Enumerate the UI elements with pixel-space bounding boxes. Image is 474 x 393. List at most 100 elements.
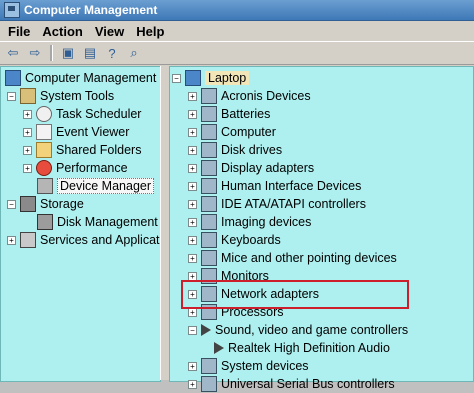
tree-item-system-tools[interactable]: − System Tools	[7, 87, 114, 105]
expand-icon[interactable]: +	[188, 181, 197, 191]
toolbox-icon	[20, 88, 36, 104]
mouse-icon	[201, 250, 217, 266]
tree-item-sound[interactable]: − Sound, video and game controllers	[188, 321, 408, 339]
tree-label-usb: Universal Serial Bus controllers	[221, 377, 395, 391]
tree-item-performance[interactable]: + Performance	[23, 159, 128, 177]
back-icon[interactable]: ⇦	[4, 44, 22, 62]
tree-label-disk-drives: Disk drives	[221, 143, 283, 157]
menu-action[interactable]: Action	[42, 24, 82, 39]
tree-item-mice[interactable]: + Mice and other pointing devices	[188, 249, 397, 267]
right-tree-pane[interactable]: − Laptop + Acronis Devices + Batteries +…	[169, 66, 474, 392]
tree-item-ide[interactable]: + IDE ATA/ATAPI controllers	[188, 195, 366, 213]
tree-label-device-manager: Device Manager	[57, 178, 155, 194]
keyboard-icon	[201, 232, 217, 248]
device-manager-icon	[37, 178, 53, 194]
tree-item-disk-management[interactable]: Disk Management	[37, 213, 158, 231]
tree-item-batteries[interactable]: + Batteries	[188, 105, 270, 123]
menu-help[interactable]: Help	[136, 24, 164, 39]
app-icon	[4, 2, 20, 18]
expand-icon[interactable]: +	[188, 235, 197, 245]
services-icon	[20, 232, 36, 248]
tree-item-usb[interactable]: + Universal Serial Bus controllers	[188, 375, 395, 393]
collapse-icon[interactable]: −	[7, 91, 16, 101]
expand-icon[interactable]: +	[188, 199, 197, 209]
expand-icon[interactable]: +	[23, 163, 32, 173]
expand-icon[interactable]: +	[188, 253, 197, 263]
left-tree-pane[interactable]: Computer Management ( − System Tools + T…	[0, 66, 164, 382]
tree-label-keyboards: Keyboards	[221, 233, 281, 247]
tree-label-mice: Mice and other pointing devices	[221, 251, 397, 265]
tree-item-keyboards[interactable]: + Keyboards	[188, 231, 281, 249]
tree-item-storage[interactable]: − Storage	[7, 195, 84, 213]
tree-item-laptop[interactable]: − Laptop	[172, 69, 250, 87]
expand-icon[interactable]: +	[188, 127, 197, 137]
highlight-box	[181, 280, 409, 309]
expand-icon[interactable]: +	[188, 217, 197, 227]
speaker-icon	[214, 342, 224, 354]
computer-category-icon	[201, 124, 217, 140]
tree-label-storage: Storage	[40, 197, 84, 211]
expand-icon[interactable]: +	[188, 163, 197, 173]
hid-icon	[201, 178, 217, 194]
tree-item-acronis-devices[interactable]: + Acronis Devices	[188, 87, 311, 105]
toolbar-separator	[50, 45, 53, 61]
device-category-icon	[201, 88, 217, 104]
tree-label-event-viewer: Event Viewer	[56, 125, 130, 139]
tree-item-disk-drives[interactable]: + Disk drives	[188, 141, 282, 159]
battery-icon	[201, 106, 217, 122]
ide-controller-icon	[201, 196, 217, 212]
tree-item-hid[interactable]: + Human Interface Devices	[188, 177, 361, 195]
menu-view[interactable]: View	[95, 24, 124, 39]
tree-item-computer-management[interactable]: Computer Management (	[5, 69, 164, 87]
help-icon[interactable]: ?	[103, 44, 121, 62]
window-title: Computer Management	[24, 3, 158, 17]
event-viewer-icon	[36, 124, 52, 140]
menu-file[interactable]: File	[8, 24, 30, 39]
tree-item-display-adapters[interactable]: + Display adapters	[188, 159, 314, 177]
tree-item-imaging-devices[interactable]: + Imaging devices	[188, 213, 311, 231]
clock-icon	[36, 106, 52, 122]
forward-icon[interactable]: ⇨	[26, 44, 44, 62]
collapse-icon[interactable]: −	[172, 73, 181, 83]
speaker-icon	[201, 324, 211, 336]
expand-icon[interactable]: +	[23, 109, 32, 119]
shared-folder-icon	[36, 142, 52, 158]
performance-icon	[36, 160, 52, 176]
computer-management-window: Computer Management File Action View Hel…	[0, 0, 474, 392]
expand-icon[interactable]: +	[188, 379, 197, 389]
expand-icon[interactable]: +	[188, 109, 197, 119]
expand-icon[interactable]: +	[23, 145, 32, 155]
tree-item-task-scheduler[interactable]: + Task Scheduler	[23, 105, 141, 123]
tree-label-computer: Computer	[221, 125, 276, 139]
disk-management-icon	[37, 214, 53, 230]
usb-icon	[201, 376, 217, 392]
expand-icon[interactable]: +	[188, 361, 197, 371]
toolbar: ⇦ ⇨ ▣ ▤ ? ⌕	[0, 41, 474, 65]
tree-item-device-manager[interactable]: Device Manager	[37, 177, 155, 195]
expand-icon[interactable]: +	[188, 91, 197, 101]
expand-icon[interactable]: +	[23, 127, 32, 137]
collapse-icon[interactable]: −	[7, 199, 16, 209]
tree-label-realtek: Realtek High Definition Audio	[228, 341, 390, 355]
tree-item-event-viewer[interactable]: + Event Viewer	[23, 123, 129, 141]
tree-label-root: Computer Management (	[25, 71, 164, 85]
properties-icon[interactable]: ▤	[81, 44, 99, 62]
tree-item-shared-folders[interactable]: + Shared Folders	[23, 141, 141, 159]
collapse-icon[interactable]: −	[188, 325, 197, 335]
storage-icon	[20, 196, 36, 212]
tree-item-computer[interactable]: + Computer	[188, 123, 276, 141]
camera-icon	[201, 214, 217, 230]
expand-icon[interactable]: +	[188, 145, 197, 155]
tree-label-laptop: Laptop	[205, 71, 250, 85]
tree-item-system-devices[interactable]: + System devices	[188, 357, 309, 375]
tree-label-disk-management: Disk Management	[57, 215, 158, 229]
tree-label-performance: Performance	[56, 161, 128, 175]
scan-icon[interactable]: ⌕	[125, 44, 143, 62]
up-icon[interactable]: ▣	[59, 44, 77, 62]
expand-icon[interactable]: +	[7, 235, 16, 245]
tree-label-batteries: Batteries	[221, 107, 271, 121]
computer-icon	[5, 70, 21, 86]
tree-item-realtek-audio[interactable]: Realtek High Definition Audio	[214, 339, 390, 357]
tree-item-services-applications[interactable]: + Services and Applicati	[7, 231, 162, 249]
tree-label-ide: IDE ATA/ATAPI controllers	[221, 197, 366, 211]
